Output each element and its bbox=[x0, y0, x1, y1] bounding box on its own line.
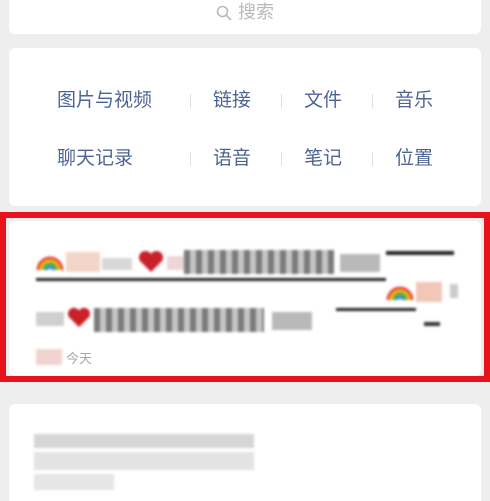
category-divider bbox=[372, 94, 373, 108]
category-divider bbox=[372, 152, 373, 166]
category-voice[interactable]: 语音 bbox=[213, 144, 251, 172]
search-field[interactable]: 搜索 bbox=[9, 2, 481, 24]
category-music[interactable]: 音乐 bbox=[395, 86, 433, 114]
category-divider bbox=[281, 152, 282, 166]
category-location[interactable]: 位置 bbox=[395, 144, 433, 172]
redacted-text bbox=[34, 434, 254, 448]
category-notes[interactable]: 笔记 bbox=[304, 144, 342, 172]
search-results-page: 搜索 图片与视频 链接 文件 音乐 聊天记录 语音 笔记 位置 今天 bbox=[0, 0, 490, 501]
category-files[interactable]: 文件 bbox=[304, 86, 342, 114]
search-category-panel: 图片与视频 链接 文件 音乐 聊天记录 语音 笔记 位置 bbox=[9, 48, 481, 206]
highlight-frame bbox=[0, 212, 490, 382]
search-placeholder: 搜索 bbox=[238, 2, 274, 23]
search-icon bbox=[216, 2, 238, 23]
category-chat-history[interactable]: 聊天记录 bbox=[57, 144, 133, 172]
category-divider bbox=[190, 94, 191, 108]
category-images-videos[interactable]: 图片与视频 bbox=[57, 86, 152, 114]
category-links[interactable]: 链接 bbox=[213, 86, 251, 114]
search-bar[interactable]: 搜索 bbox=[9, 0, 481, 34]
category-divider bbox=[281, 94, 282, 108]
redacted-text bbox=[34, 474, 114, 490]
category-divider bbox=[190, 152, 191, 166]
redacted-text bbox=[34, 452, 254, 470]
